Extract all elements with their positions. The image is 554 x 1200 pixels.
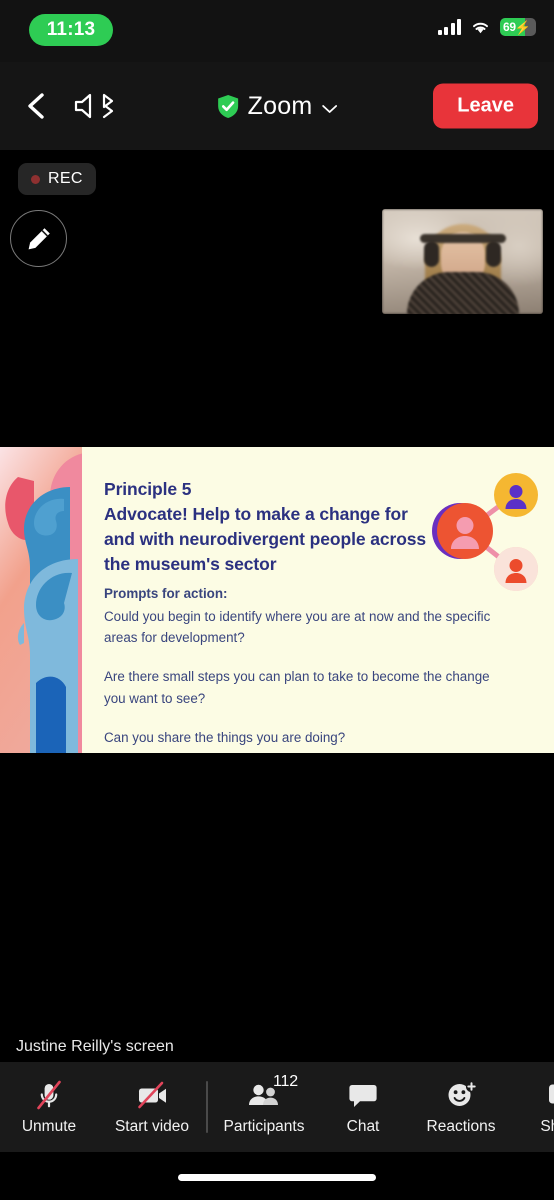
record-dot-icon <box>31 174 40 184</box>
meeting-nav-bar: Zoom Leave <box>0 62 554 150</box>
call-time-pill: 11:13 <box>29 14 113 46</box>
leave-button[interactable]: Leave <box>433 83 538 129</box>
neurodiversity-profiles-illustration <box>0 447 82 753</box>
cellular-signal-icon <box>437 19 461 35</box>
status-bar: 11:13 69 ⚡ <box>0 0 554 62</box>
wifi-icon <box>470 19 491 35</box>
meeting-toolbar: Unmute Start video 112 Participants Chat… <box>0 1062 554 1152</box>
chevron-down-icon <box>321 101 337 113</box>
screen-share-label: Justine Reilly's screen <box>16 1038 174 1055</box>
connected-people-network-graphic <box>430 469 542 593</box>
reactions-label: Reactions <box>426 1117 496 1135</box>
share-screen-icon <box>542 1079 554 1111</box>
prompt-3: Can you share the things you are doing? <box>104 729 346 745</box>
slide-title: Principle 5 Advocate! Help to make a cha… <box>104 477 434 576</box>
reactions-button[interactable]: Reactions <box>406 1062 516 1152</box>
meeting-stage: REC Principle 5 Advocate! Help to make a… <box>0 150 554 1070</box>
slide-eyebrow: Principle 5 <box>104 479 192 499</box>
share-label: Share <box>540 1117 554 1135</box>
microphone-muted-icon <box>30 1079 68 1111</box>
self-view-thumbnail[interactable] <box>382 209 543 314</box>
recording-badge[interactable]: REC <box>18 163 96 195</box>
shared-slide[interactable]: Principle 5 Advocate! Help to make a cha… <box>0 447 554 753</box>
home-indicator <box>178 1174 376 1181</box>
participants-count-badge: 112 <box>273 1072 298 1090</box>
participants-label: Participants <box>223 1117 305 1135</box>
speaker-bluetooth-icon[interactable] <box>70 89 128 123</box>
start-video-button[interactable]: Start video <box>98 1062 206 1152</box>
charging-bolt-icon: ⚡ <box>514 19 531 35</box>
prompt-2: Are there small steps you can plan to ta… <box>104 669 490 706</box>
zoom-meeting-screen: 11:13 69 ⚡ Zoom Leave REC Principle 5 Ad… <box>0 0 554 1200</box>
chat-bubble-icon <box>344 1079 382 1111</box>
slide-prompts: Prompts for action: Could you begin to i… <box>104 584 499 748</box>
battery-icon: 69 ⚡ <box>500 18 536 36</box>
slide-heading: Advocate! Help to make a change for and … <box>104 503 427 574</box>
video-off-icon <box>133 1079 171 1111</box>
meeting-info-dropdown[interactable]: Zoom <box>217 89 338 123</box>
chat-label: Chat <box>346 1117 380 1135</box>
pencil-annotate-icon[interactable] <box>10 210 67 267</box>
status-indicators: 69 ⚡ <box>437 18 536 36</box>
participants-icon: 112 <box>245 1073 298 1111</box>
share-button[interactable]: Share <box>516 1062 554 1152</box>
back-chevron-icon[interactable] <box>20 89 54 123</box>
unmute-label: Unmute <box>21 1117 77 1135</box>
reactions-smiley-icon <box>442 1079 480 1111</box>
unmute-button[interactable]: Unmute <box>0 1062 98 1152</box>
nav-title: Zoom <box>247 91 313 120</box>
recording-label: REC <box>48 170 83 187</box>
participants-button[interactable]: 112 Participants <box>208 1062 320 1152</box>
prompt-1: Could you begin to identify where you ar… <box>104 608 491 646</box>
chat-button[interactable]: Chat <box>320 1062 406 1152</box>
start-video-label: Start video <box>114 1117 190 1135</box>
shield-check-icon <box>217 94 240 119</box>
